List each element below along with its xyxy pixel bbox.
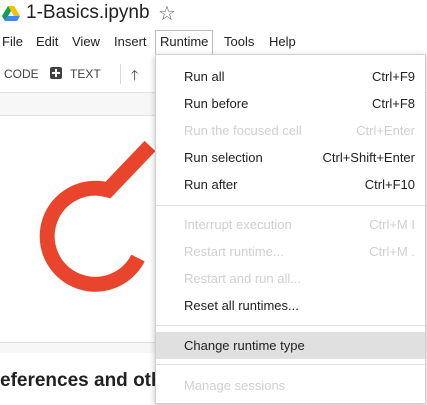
menu-item-change-runtime-type[interactable]: Change runtime type — [156, 332, 425, 359]
menu-item-label: Run before — [184, 96, 249, 111]
menu-item-run-focused-cell: Run the focused cell Ctrl+Enter — [156, 117, 425, 144]
menu-view[interactable]: View — [72, 30, 100, 54]
menu-item-run-all[interactable]: Run all Ctrl+F9 — [156, 63, 425, 90]
menu-item-restart-runtime: Restart runtime... Ctrl+M . — [156, 238, 425, 265]
menu-item-label: Manage sessions — [184, 378, 286, 393]
menu-edit[interactable]: Edit — [36, 30, 58, 54]
plus-icon — [50, 67, 62, 79]
menu-item-label: Change runtime type — [184, 338, 305, 353]
section-heading: eferences and oth — [0, 370, 163, 391]
add-text-button[interactable]: TEXT — [70, 56, 101, 92]
notebook-title[interactable]: 1-Basics.ipynb — [26, 2, 150, 24]
menu-item-run-selection[interactable]: Run selection Ctrl+Shift+Enter — [156, 144, 425, 171]
menu-item-label: Reset all runtimes... — [184, 298, 299, 313]
menu-item-shortcut: Ctrl+M . — [369, 244, 415, 259]
menu-item-shortcut: Ctrl+Enter — [356, 123, 415, 138]
runtime-menu: Run all Ctrl+F9 Run before Ctrl+F8 Run t… — [155, 54, 426, 404]
menu-item-run-before[interactable]: Run before Ctrl+F8 — [156, 90, 425, 117]
menu-item-shortcut: Ctrl+F9 — [372, 69, 415, 84]
menu-item-manage-sessions: Manage sessions — [156, 372, 425, 399]
menu-item-shortcut: Ctrl+F8 — [372, 96, 415, 111]
menu-tools[interactable]: Tools — [224, 30, 254, 54]
menu-insert[interactable]: Insert — [114, 30, 147, 54]
menu-item-label: Restart and run all... — [184, 271, 302, 286]
menu-item-label: Restart runtime... — [184, 244, 284, 259]
menu-item-run-after[interactable]: Run after Ctrl+F10 — [156, 171, 425, 198]
menu-runtime[interactable]: Runtime — [155, 30, 214, 54]
menu-item-interrupt-execution: Interrupt execution Ctrl+M I — [156, 211, 425, 238]
menu-item-reset-all-runtimes[interactable]: Reset all runtimes... — [156, 292, 425, 319]
menu-help[interactable]: Help — [269, 30, 296, 54]
menu-item-label: Run all — [184, 69, 225, 84]
google-drive-icon[interactable] — [2, 6, 20, 22]
menu-item-label: Run after — [184, 177, 238, 192]
toolbar-divider — [120, 64, 121, 84]
menu-item-label: Run selection — [184, 150, 263, 165]
menu-item-shortcut: Ctrl+M I — [369, 217, 415, 232]
menu-divider — [156, 205, 425, 206]
menu-divider — [156, 364, 425, 365]
menu-item-shortcut: Ctrl+Shift+Enter — [322, 150, 416, 165]
menu-divider — [156, 325, 425, 326]
menu-item-label: Interrupt execution — [184, 217, 292, 232]
star-icon[interactable]: ☆ — [158, 1, 176, 26]
menu-item-shortcut: Ctrl+F10 — [364, 177, 415, 192]
menu-item-label: Run the focused cell — [184, 123, 302, 138]
menu-file[interactable]: File — [2, 30, 23, 54]
logo-image — [39, 140, 156, 292]
menu-bar: File Edit View Insert Runtime Tools Help — [0, 30, 427, 54]
title-bar: 1-Basics.ipynb ☆ — [0, 0, 427, 28]
arrow-up-icon[interactable]: 🡑 — [131, 65, 138, 89]
add-code-button[interactable]: CODE — [4, 56, 39, 92]
menu-item-restart-and-run-all: Restart and run all... — [156, 265, 425, 292]
